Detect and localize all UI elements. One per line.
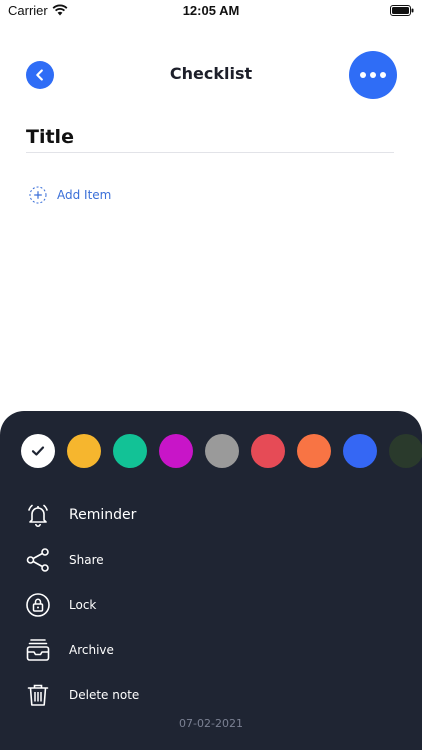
options-sheet: Reminder Share Lock Archive Delete note … [0,411,422,750]
color-swatch-teal[interactable] [113,434,147,468]
color-swatch-magenta[interactable] [159,434,193,468]
share-option[interactable]: Share [24,546,104,574]
reminder-label: Reminder [69,507,137,523]
archive-option[interactable]: Archive [24,636,114,664]
lock-icon [24,591,52,619]
add-item-button[interactable]: Add Item [29,186,111,204]
archive-icon [24,636,52,664]
bell-icon [24,501,52,529]
note-date: 07-02-2021 [179,717,243,730]
delete-note-label: Delete note [69,688,140,702]
share-icon [24,546,52,574]
color-swatch-gray[interactable] [205,434,239,468]
add-item-label: Add Item [57,188,112,202]
archive-label: Archive [69,643,114,657]
more-options-button[interactable] [349,51,397,99]
color-swatch-orange[interactable] [297,434,331,468]
title-input[interactable] [26,124,394,153]
color-swatch-white[interactable] [21,434,55,468]
lock-option[interactable]: Lock [24,591,96,619]
lock-label: Lock [69,598,97,612]
status-bar: Carrier 12:05 AM [0,0,422,22]
check-icon [31,446,45,456]
color-swatch-blue[interactable] [343,434,377,468]
color-swatch-dark-green[interactable] [389,434,422,468]
more-dots-icon [360,72,366,78]
clock: 12:05 AM [182,3,240,18]
delete-note-option[interactable]: Delete note [24,681,139,709]
color-swatch-yellow[interactable] [67,434,101,468]
reminder-option[interactable]: Reminder [24,501,136,529]
color-swatch-red[interactable] [251,434,285,468]
trash-icon [24,681,52,709]
battery-icon [390,5,414,16]
share-label: Share [69,553,104,567]
add-circle-icon [29,186,47,204]
